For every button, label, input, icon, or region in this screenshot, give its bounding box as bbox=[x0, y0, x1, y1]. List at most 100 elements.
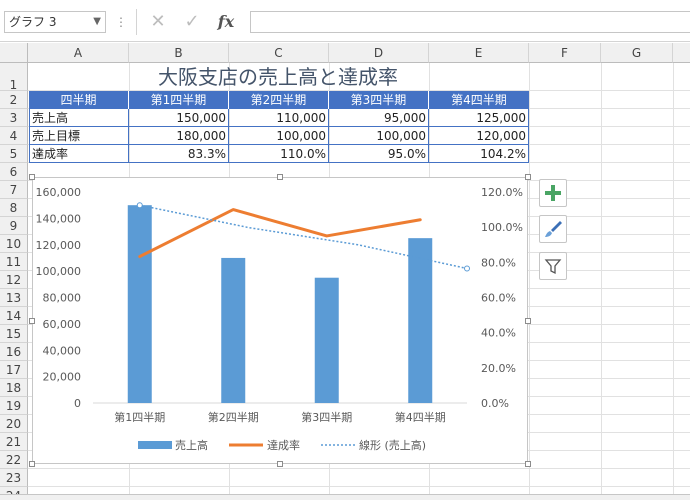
resize-handle[interactable] bbox=[525, 318, 531, 324]
table-cell[interactable]: 100,000 bbox=[229, 127, 329, 145]
table-row-label[interactable]: 売上高 bbox=[29, 109, 129, 127]
x-tick-label[interactable]: 第2四半期 bbox=[208, 410, 259, 424]
table-header-cell[interactable]: 第1四半期 bbox=[129, 91, 229, 109]
resize-handle[interactable] bbox=[29, 318, 35, 324]
table-cell[interactable]: 104.2% bbox=[429, 145, 529, 163]
select-all-corner[interactable] bbox=[0, 43, 28, 63]
chart-area[interactable]: 0 20,000 40,000 60,000 80,000 100,000 120,000 1… bbox=[32, 177, 528, 464]
table-cell[interactable]: 120,000 bbox=[429, 127, 529, 145]
row-header[interactable]: 22 bbox=[0, 451, 28, 469]
table-cell[interactable]: 100,000 bbox=[329, 127, 429, 145]
column-header-e[interactable]: E bbox=[429, 43, 529, 63]
cancel-icon[interactable]: ✕ bbox=[145, 9, 171, 35]
legend-swatch-bar[interactable] bbox=[138, 441, 172, 449]
y-right-tick-label[interactable]: 80.0% bbox=[481, 256, 516, 269]
resize-handle[interactable] bbox=[29, 174, 35, 180]
y-right-tick-label[interactable]: 120.0% bbox=[481, 186, 523, 199]
row-header[interactable]: 23 bbox=[0, 469, 28, 487]
chart-filters-button[interactable] bbox=[539, 252, 567, 280]
table-row-label[interactable]: 達成率 bbox=[29, 145, 129, 163]
table-cell[interactable]: 125,000 bbox=[429, 109, 529, 127]
row-header[interactable]: 9 bbox=[0, 217, 28, 235]
table-cell[interactable]: 180,000 bbox=[129, 127, 229, 145]
y-left-tick-label[interactable]: 40,000 bbox=[43, 344, 82, 357]
resize-handle[interactable] bbox=[277, 174, 283, 180]
y-left-tick-label[interactable]: 60,000 bbox=[43, 318, 82, 331]
y-right-tick-label[interactable]: 20.0% bbox=[481, 362, 516, 375]
y-right-tick-label[interactable]: 60.0% bbox=[481, 292, 516, 305]
table-cell[interactable]: 95,000 bbox=[329, 109, 429, 127]
table-header-cell[interactable]: 第4四半期 bbox=[429, 91, 529, 109]
row-header[interactable]: 5 bbox=[0, 145, 28, 163]
y-right-tick-label[interactable]: 40.0% bbox=[481, 327, 516, 340]
x-tick-label[interactable]: 第1四半期 bbox=[114, 410, 165, 424]
row-header[interactable]: 8 bbox=[0, 199, 28, 217]
resize-handle[interactable] bbox=[525, 174, 531, 180]
legend-label[interactable]: 線形 (売上高) bbox=[359, 438, 426, 452]
y-right-tick-label[interactable]: 100.0% bbox=[481, 221, 523, 234]
x-tick-label[interactable]: 第3四半期 bbox=[301, 410, 352, 424]
row-header[interactable]: 20 bbox=[0, 415, 28, 433]
trendline-point[interactable] bbox=[464, 265, 470, 272]
row-header[interactable]: 13 bbox=[0, 289, 28, 307]
row-header[interactable]: 12 bbox=[0, 271, 28, 289]
table-row-label[interactable]: 売上目標 bbox=[29, 127, 129, 145]
y-right-tick-label[interactable]: 0.0% bbox=[481, 397, 509, 410]
sheet-title[interactable]: 大阪支店の売上高と達成率 bbox=[28, 64, 528, 90]
resize-handle[interactable] bbox=[277, 461, 283, 467]
table-cell[interactable]: 95.0% bbox=[329, 145, 429, 163]
row-header[interactable]: 11 bbox=[0, 253, 28, 271]
line-達成率[interactable] bbox=[138, 208, 422, 259]
column-header-d[interactable]: D bbox=[329, 43, 429, 63]
table-cell[interactable]: 110.0% bbox=[229, 145, 329, 163]
combo-chart[interactable]: 0 20,000 40,000 60,000 80,000 100,000 120,000 1… bbox=[33, 178, 527, 463]
y-left-tick-label[interactable]: 0 bbox=[74, 397, 81, 410]
row-header[interactable]: 14 bbox=[0, 307, 28, 325]
chart-styles-button[interactable] bbox=[539, 215, 567, 243]
row-header[interactable]: 19 bbox=[0, 397, 28, 415]
column-header-b[interactable]: B bbox=[129, 43, 229, 63]
bar-売上高[interactable] bbox=[314, 277, 339, 403]
resize-handle[interactable] bbox=[525, 461, 531, 467]
chevron-down-icon[interactable]: ▼ bbox=[93, 12, 101, 32]
row-header[interactable]: 15 bbox=[0, 325, 28, 343]
row-header[interactable]: 7 bbox=[0, 181, 28, 199]
row-header[interactable]: 16 bbox=[0, 343, 28, 361]
row-header[interactable]: 3 bbox=[0, 109, 28, 127]
trendline-point[interactable] bbox=[136, 202, 143, 209]
row-header[interactable]: 4 bbox=[0, 127, 28, 145]
bar-売上高[interactable] bbox=[221, 257, 246, 403]
column-header-g[interactable]: G bbox=[601, 43, 673, 63]
legend-label[interactable]: 達成率 bbox=[267, 438, 300, 452]
row-header[interactable]: 17 bbox=[0, 361, 28, 379]
x-tick-label[interactable]: 第4四半期 bbox=[395, 410, 446, 424]
column-header-a[interactable]: A bbox=[28, 43, 129, 63]
y-left-tick-label[interactable]: 120,000 bbox=[36, 239, 82, 252]
table-header-cell[interactable]: 四半期 bbox=[29, 91, 129, 109]
table-cell[interactable]: 110,000 bbox=[229, 109, 329, 127]
name-box[interactable]: グラフ 3 ▼ bbox=[4, 11, 106, 33]
enter-icon[interactable]: ✓ bbox=[179, 9, 205, 35]
y-left-tick-label[interactable]: 160,000 bbox=[36, 186, 82, 199]
table-cell[interactable]: 150,000 bbox=[129, 109, 229, 127]
row-header[interactable]: 18 bbox=[0, 379, 28, 397]
bar-売上高[interactable] bbox=[127, 205, 152, 403]
column-header-h[interactable] bbox=[673, 43, 690, 63]
table-header-cell[interactable]: 第2四半期 bbox=[229, 91, 329, 109]
y-left-tick-label[interactable]: 140,000 bbox=[36, 212, 82, 225]
resize-handle[interactable] bbox=[29, 461, 35, 467]
row-header[interactable]: 10 bbox=[0, 235, 28, 253]
table-header-cell[interactable]: 第3四半期 bbox=[329, 91, 429, 109]
y-left-tick-label[interactable]: 80,000 bbox=[43, 292, 82, 305]
insert-function-button[interactable]: fx bbox=[213, 9, 239, 35]
y-left-tick-label[interactable]: 100,000 bbox=[36, 265, 82, 278]
more-options-icon[interactable]: ⋮ bbox=[115, 12, 127, 32]
chart-elements-button[interactable] bbox=[539, 179, 567, 207]
row-header[interactable]: 6 bbox=[0, 163, 28, 181]
row-header[interactable]: 21 bbox=[0, 433, 28, 451]
column-header-c[interactable]: C bbox=[229, 43, 329, 63]
row-header[interactable]: 2 bbox=[0, 91, 28, 109]
table-cell[interactable]: 83.3% bbox=[129, 145, 229, 163]
legend-label[interactable]: 売上高 bbox=[175, 438, 208, 452]
formula-input[interactable] bbox=[250, 11, 690, 33]
